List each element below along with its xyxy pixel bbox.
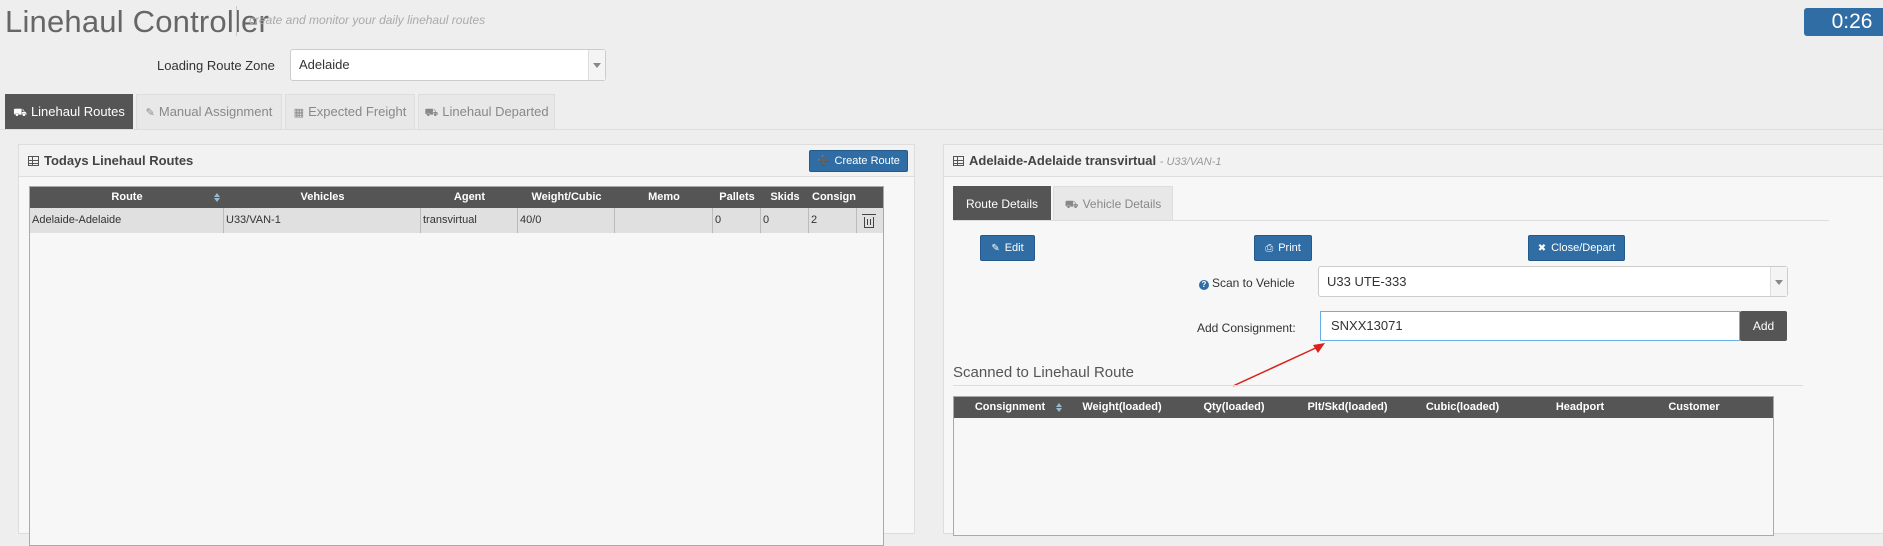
panel-header: Todays Linehaul Routes ➕ Create Route <box>19 145 914 177</box>
create-route-button[interactable]: ➕ Create Route <box>809 150 908 172</box>
print-label: Print <box>1278 242 1301 254</box>
scanned-table: Consignment Weight(loaded) Qty(loaded) P… <box>953 396 1774 536</box>
close-depart-button[interactable]: ✖ Close/Depart <box>1528 235 1625 261</box>
section-divider <box>953 385 1803 386</box>
cell-weight: 40/0 <box>518 208 615 233</box>
add-consignment-label: Add Consignment: <box>1197 321 1296 335</box>
print-icon: ⎙ <box>1265 243 1274 254</box>
create-route-label: Create Route <box>834 155 900 167</box>
col-customer[interactable]: Customer <box>1640 397 1748 418</box>
col-qty-loaded[interactable]: Qty(loaded) <box>1178 397 1290 418</box>
tab-route-details[interactable]: Route Details <box>953 186 1051 221</box>
cell-pallets: 0 <box>713 208 761 233</box>
edit-icon: ✎ <box>991 243 1000 254</box>
scan-label-text: Scan to Vehicle <box>1212 276 1295 290</box>
truck-icon: ⛟ <box>424 107 439 119</box>
routes-table: Route Vehicles Agent Weight/Cubic Memo P… <box>29 186 884 546</box>
col-pallets[interactable]: Pallets <box>713 187 761 208</box>
edit-label: Edit <box>1004 242 1024 254</box>
col-vehicles[interactable]: Vehicles <box>224 187 421 208</box>
consignment-input[interactable]: SNXX13071 <box>1320 311 1740 341</box>
close-icon: ✖ <box>1537 243 1547 254</box>
chevron-down-icon[interactable] <box>1770 267 1787 296</box>
tab-label: Linehaul Departed <box>442 104 549 119</box>
table-row[interactable]: Adelaide-Adelaide U33/VAN-1 transvirtual… <box>30 208 883 233</box>
cell-vehicles: U33/VAN-1 <box>224 208 421 233</box>
zone-select-value: Adelaide <box>299 57 350 72</box>
tab-label: Vehicle Details <box>1082 197 1162 211</box>
tab-linehaul-departed[interactable]: ⛟ Linehaul Departed <box>418 94 555 129</box>
title-divider <box>236 6 237 36</box>
todays-routes-panel: Todays Linehaul Routes ➕ Create Route Rou… <box>18 144 915 546</box>
zone-label: Loading Route Zone <box>157 58 275 73</box>
edit-button[interactable]: ✎ Edit <box>980 235 1035 261</box>
chevron-down-icon[interactable] <box>588 50 605 80</box>
app-subtitle: create and monitor your daily linehaul r… <box>249 13 486 27</box>
tab-linehaul-routes[interactable]: ⛟ Linehaul Routes <box>5 94 133 129</box>
panel-header: Adelaide-Adelaide transvirtual - U33/VAN… <box>944 145 1883 177</box>
sort-icon[interactable] <box>214 193 221 202</box>
col-weight[interactable]: Weight/Cubic <box>518 187 615 208</box>
truck-icon: ⛟ <box>1064 199 1079 211</box>
col-headport[interactable]: Headport <box>1520 397 1640 418</box>
tab-label: Manual Assignment <box>158 104 273 119</box>
route-title: Adelaide-Adelaide transvirtual <box>969 153 1157 168</box>
annotation-arrow <box>1232 343 1325 387</box>
print-button[interactable]: ⎙ Print <box>1254 235 1312 261</box>
tab-vehicle-details[interactable]: ⛟ Vehicle Details <box>1053 186 1173 221</box>
tab-expected-freight[interactable]: ▦ Expected Freight <box>285 94 415 129</box>
session-timer: 0:26 <box>1804 8 1883 36</box>
panel-title: Todays Linehaul Routes <box>28 153 193 168</box>
zone-select[interactable]: Adelaide <box>290 49 606 81</box>
col-agent[interactable]: Agent <box>421 187 518 208</box>
help-icon[interactable]: ? <box>1199 280 1209 290</box>
routes-table-header: Route Vehicles Agent Weight/Cubic Memo P… <box>30 187 883 208</box>
tab-label: Linehaul Routes <box>30 104 125 119</box>
vehicle-select[interactable]: U33 UTE-333 <box>1318 266 1788 297</box>
edit-icon: ✎ <box>145 107 155 119</box>
panel-title-text: Todays Linehaul Routes <box>44 153 194 168</box>
col-skids[interactable]: Skids <box>761 187 809 208</box>
cell-agent: transvirtual <box>421 208 518 233</box>
scanned-table-header: Consignment Weight(loaded) Qty(loaded) P… <box>954 397 1773 418</box>
route-subtitle: - U33/VAN-1 <box>1159 156 1222 168</box>
cell-memo <box>615 208 713 233</box>
truck-icon: ⛟ <box>13 107 27 119</box>
vehicle-select-value: U33 UTE-333 <box>1327 274 1407 289</box>
table-icon <box>953 156 964 166</box>
col-cubic-loaded[interactable]: Cubic(loaded) <box>1405 397 1520 418</box>
panel-title: Adelaide-Adelaide transvirtual - U33/VAN… <box>953 153 1222 168</box>
cell-consign: 2 <box>809 208 857 233</box>
col-consign[interactable]: Consign <box>809 187 859 208</box>
consignment-input-value: SNXX13071 <box>1331 318 1403 333</box>
scanned-title: Scanned to Linehaul Route <box>953 364 1134 381</box>
table-icon <box>28 156 39 166</box>
tab-manual-assignment[interactable]: ✎ Manual Assignment <box>136 94 282 129</box>
trash-icon[interactable] <box>862 214 876 228</box>
col-plt-skd-loaded[interactable]: Plt/Skd(loaded) <box>1290 397 1405 418</box>
cell-route: Adelaide-Adelaide <box>30 208 224 233</box>
tabs-divider <box>0 129 1883 130</box>
app-title: Linehaul Controller <box>5 4 270 39</box>
plus-square-icon: ➕ <box>817 156 830 167</box>
calendar-icon: ▦ <box>293 107 305 119</box>
scan-to-vehicle-label: ? Scan to Vehicle <box>1199 276 1295 290</box>
cell-skids: 0 <box>761 208 809 233</box>
tab-label: Expected Freight <box>308 104 407 119</box>
sort-icon[interactable] <box>1056 403 1063 412</box>
col-memo[interactable]: Memo <box>615 187 713 208</box>
add-consignment-button[interactable]: Add <box>1740 311 1787 341</box>
close-depart-label: Close/Depart <box>1551 242 1616 254</box>
col-route[interactable]: Route <box>30 187 224 208</box>
col-weight-loaded[interactable]: Weight(loaded) <box>1066 397 1178 418</box>
tabs-divider <box>953 220 1829 221</box>
col-consignment[interactable]: Consignment <box>954 397 1066 418</box>
